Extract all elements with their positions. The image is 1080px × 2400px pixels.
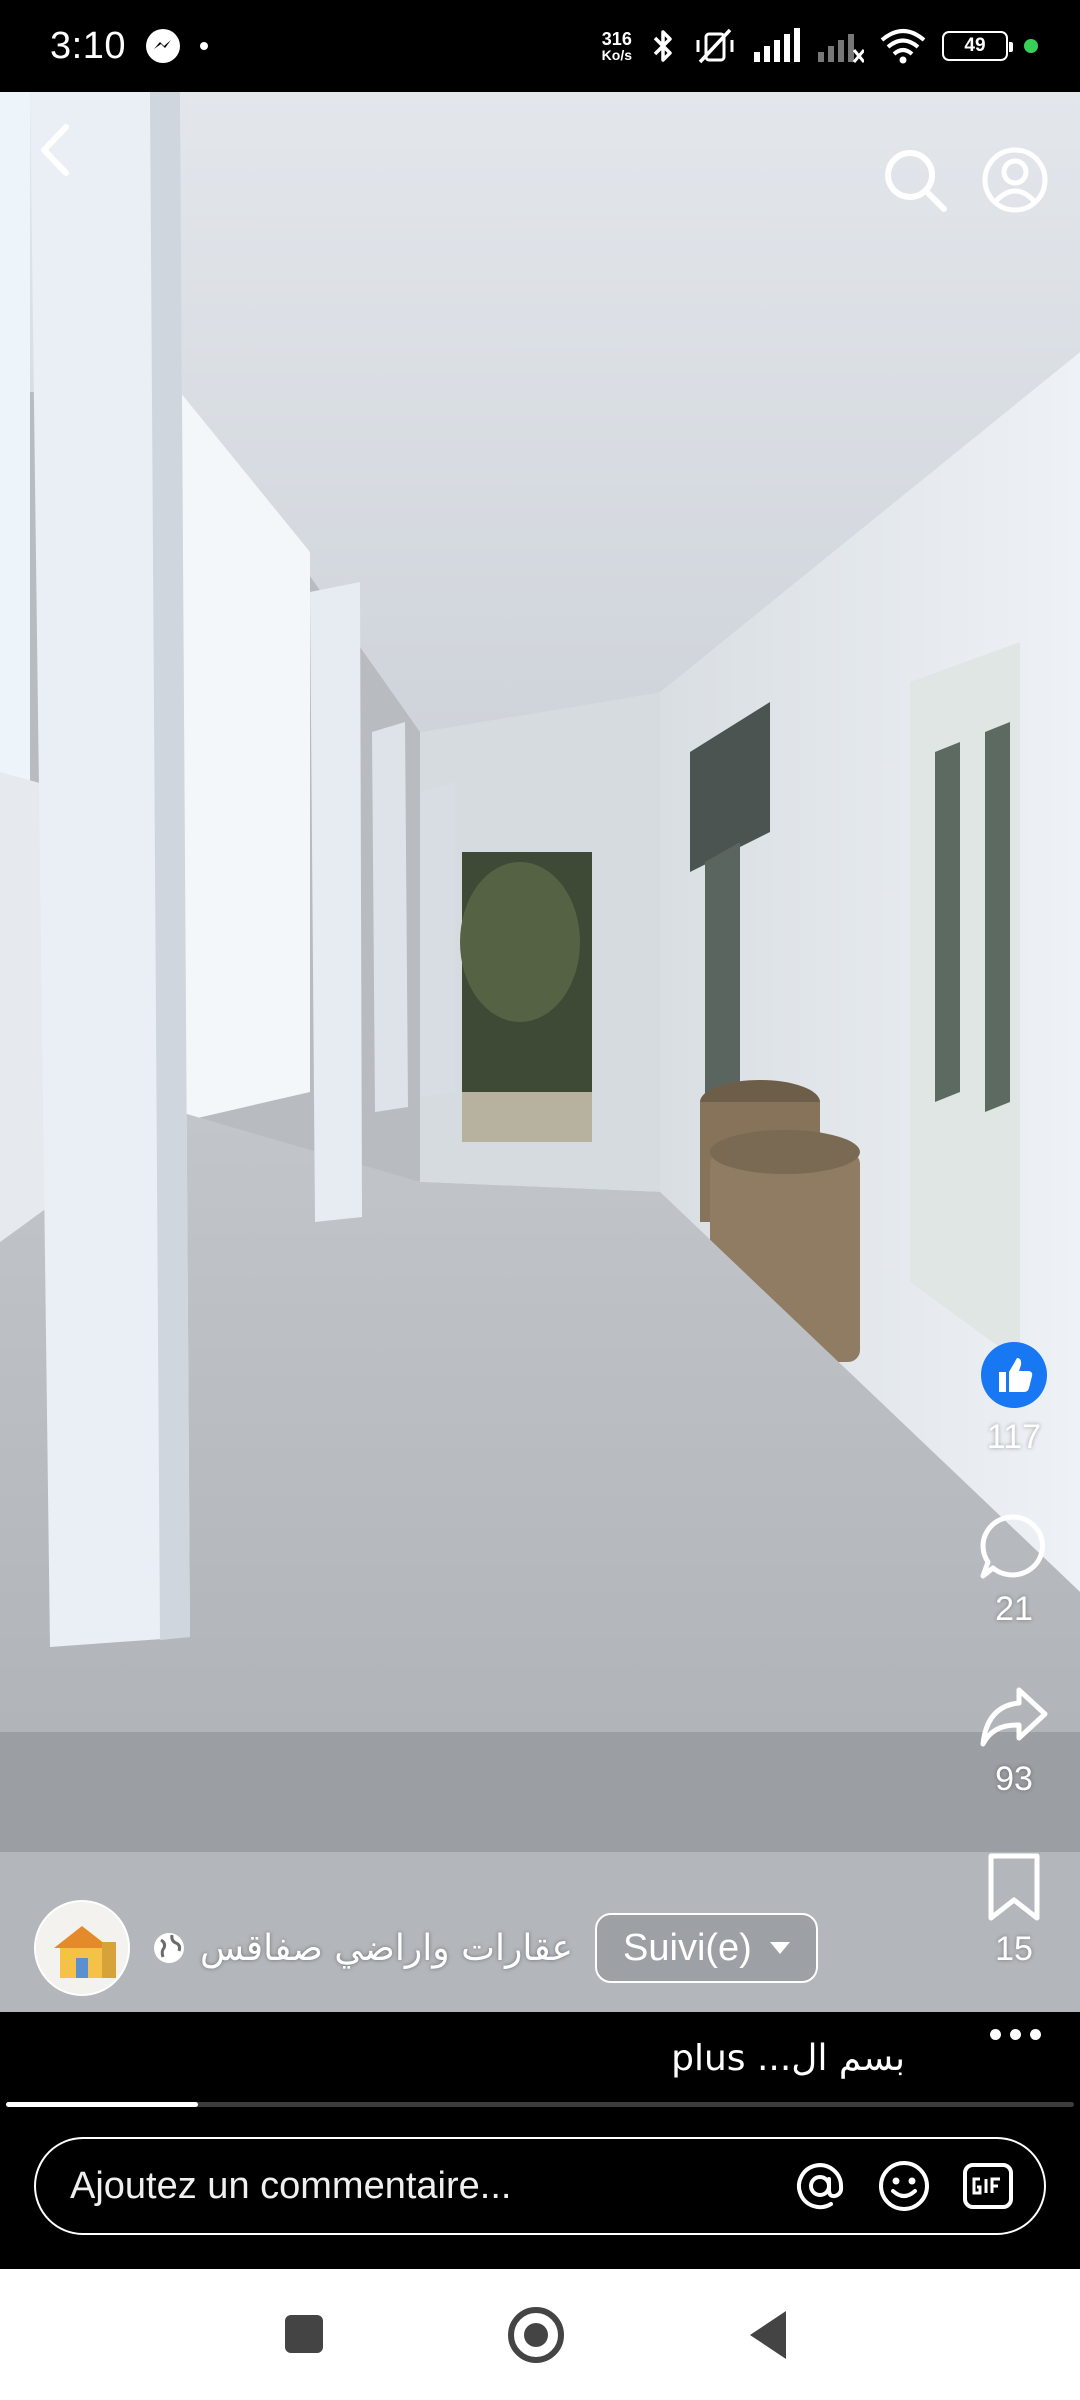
status-time: 3:10: [50, 24, 126, 67]
mention-icon[interactable]: [792, 2158, 848, 2214]
bookmark-icon[interactable]: [979, 1852, 1049, 1922]
comment-action[interactable]: 21: [964, 1512, 1064, 1629]
search-icon[interactable]: [880, 145, 950, 215]
like-icon[interactable]: [979, 1340, 1049, 1410]
privacy-indicator-dot: [1024, 39, 1038, 53]
comment-bar: Ajoutez un commentaire...: [0, 2107, 1080, 2269]
more-options-icon[interactable]: [985, 2014, 1045, 2054]
comment-input[interactable]: Ajoutez un commentaire...: [34, 2137, 1046, 2235]
profile-icon[interactable]: [980, 145, 1050, 215]
status-bar: 3:10 316 Ko/s 49: [0, 0, 1080, 92]
following-label: Suivi(e): [623, 1926, 752, 1969]
battery-level: 49: [964, 35, 986, 56]
comment-placeholder: Ajoutez un commentaire...: [70, 2164, 512, 2207]
system-back-icon[interactable]: [750, 2311, 786, 2359]
battery-icon: 49: [942, 31, 1013, 61]
notification-dot: [199, 42, 208, 50]
system-navigation-bar: [0, 2269, 1080, 2400]
share-count: 93: [995, 1760, 1033, 1798]
caption-text[interactable]: بسم ال... plus: [671, 2038, 905, 2079]
chevron-down-icon: [769, 1942, 790, 1954]
share-action[interactable]: 93: [964, 1682, 1064, 1799]
network-speed-value: 316: [601, 29, 632, 49]
network-speed: 316 Ko/s: [602, 30, 632, 62]
comment-count: 21: [995, 1590, 1033, 1628]
like-action[interactable]: 117: [964, 1340, 1064, 1457]
page-avatar[interactable]: [34, 1900, 130, 1996]
share-icon[interactable]: [979, 1682, 1049, 1752]
page-name[interactable]: عقارات واراضي صفاقس: [200, 1928, 573, 1969]
globe-icon: [154, 1933, 184, 1963]
video-frame: [0, 92, 1080, 2012]
gif-icon[interactable]: [960, 2158, 1016, 2214]
recents-icon[interactable]: [285, 2315, 323, 2353]
signal-x-icon: [818, 34, 864, 63]
emoji-icon[interactable]: [876, 2158, 932, 2214]
signal-icon: [754, 28, 800, 62]
following-button[interactable]: Suivi(e): [595, 1913, 818, 1983]
wifi-icon: [880, 29, 926, 64]
save-count: 15: [995, 1930, 1033, 1968]
video-player[interactable]: [0, 92, 1080, 2012]
caption-band: بسم ال... plus: [0, 2012, 1080, 2107]
back-arrow-icon[interactable]: [30, 115, 80, 185]
comment-icon[interactable]: [979, 1512, 1049, 1582]
home-icon[interactable]: [508, 2307, 564, 2363]
vibrate-off-icon: [696, 28, 734, 64]
like-count: 117: [986, 1418, 1042, 1456]
page-owner-row: عقارات واراضي صفاقس Suivi(e): [34, 1900, 818, 1996]
bluetooth-icon: [653, 30, 672, 62]
network-speed-unit: Ko/s: [601, 47, 632, 63]
save-action[interactable]: 15: [964, 1852, 1064, 1969]
messenger-icon: [145, 29, 180, 63]
